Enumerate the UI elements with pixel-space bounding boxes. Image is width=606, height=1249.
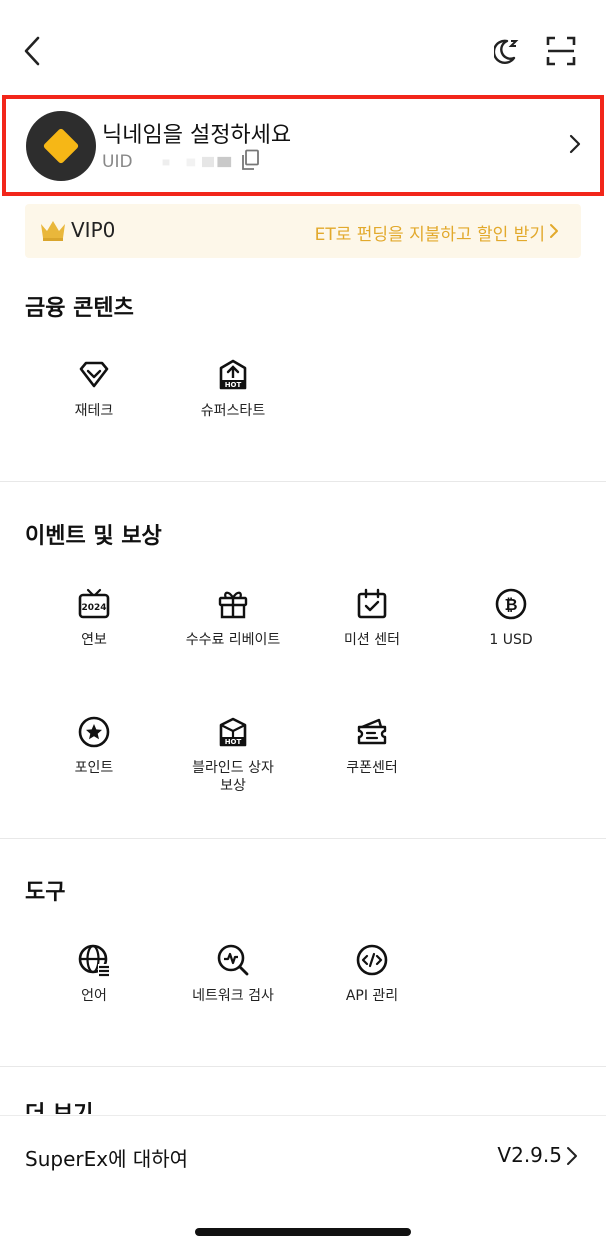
menu-item-superstart[interactable]: HOT 슈퍼스타트 <box>165 358 301 420</box>
ticket-icon <box>357 718 387 745</box>
avatar[interactable] <box>26 111 96 181</box>
menu-item-label: 재테크 <box>74 403 114 419</box>
menu-item-fee-rebate[interactable]: 수수료 리베이트 <box>165 587 301 649</box>
menu-item-network-check[interactable]: 네트워크 검사 <box>165 943 301 1005</box>
menu-item-investment[interactable]: 재테크 <box>26 358 162 420</box>
menu-item-points[interactable]: 포인트 <box>26 715 162 777</box>
menu-item-label: 수수료 리베이트 <box>185 632 281 648</box>
menu-item-language[interactable]: 언어 <box>26 943 162 1005</box>
menu-item-label: 슈퍼스타트 <box>200 403 266 419</box>
back-arrow-icon[interactable] <box>18 34 48 68</box>
copy-icon[interactable] <box>240 149 260 171</box>
vip-level: VIP0 <box>71 218 116 242</box>
menu-item-label: 미션 센터 <box>344 632 400 648</box>
globe-icon <box>78 944 110 977</box>
gift-icon <box>218 591 248 619</box>
network-search-icon <box>217 944 249 976</box>
scan-icon[interactable] <box>546 36 576 66</box>
menu-item-label: 블라인드 상자 보상 <box>192 760 274 794</box>
svg-text:HOT: HOT <box>225 738 242 746</box>
uid-label: UID <box>102 152 133 172</box>
section-title-tools: 도구 <box>25 880 66 905</box>
tv-2024-icon: 2024 <box>78 588 110 619</box>
menu-item-label: 언어 <box>81 988 107 1004</box>
vip-banner[interactable]: VIP0 ET로 펀딩을 지불하고 할인 받기 <box>25 204 581 258</box>
svg-text:₿: ₿ <box>504 595 517 614</box>
divider <box>0 1066 606 1067</box>
menu-item-1-usd[interactable]: ₿ 1 USD <box>443 587 579 649</box>
svg-text:HOT: HOT <box>225 381 242 389</box>
menu-item-label: 연보 <box>81 632 107 648</box>
menu-item-label: 네트워크 검사 <box>192 988 274 1004</box>
chevron-right-icon <box>569 134 581 154</box>
menu-item-coupon-center[interactable]: 쿠폰센터 <box>304 715 440 777</box>
divider <box>0 838 606 839</box>
divider <box>0 481 606 482</box>
menu-item-api-management[interactable]: API 관리 <box>304 943 440 1005</box>
about-row[interactable]: SuperEx에 대하여 V2.9.5 <box>0 1115 606 1195</box>
home-indicator <box>195 1228 411 1236</box>
about-label: SuperEx에 대하여 <box>25 1147 189 1171</box>
chevron-right-icon <box>567 1147 577 1165</box>
app-version: V2.9.5 <box>497 1143 562 1167</box>
menu-item-annual-report[interactable]: 2024 연보 <box>26 587 162 649</box>
chevron-right-icon <box>550 224 558 238</box>
brand-diamond-icon <box>42 127 80 165</box>
menu-item-blind-box[interactable]: HOT 블라인드 상자 보상 <box>165 715 301 795</box>
section-title-events: 이벤트 및 보상 <box>25 524 162 549</box>
section-title-finance: 금융 콘텐츠 <box>25 296 134 321</box>
menu-item-label: 1 USD <box>489 632 533 648</box>
menu-item-label: API 관리 <box>345 988 399 1004</box>
star-circle-icon <box>78 716 110 748</box>
code-icon <box>356 944 388 976</box>
uid-row: UID <box>102 151 251 173</box>
top-bar <box>0 0 606 100</box>
menu-item-mission-center[interactable]: 미션 센터 <box>304 587 440 649</box>
vip-promo-link[interactable]: ET로 펀딩을 지불하고 할인 받기 <box>315 220 545 245</box>
diamond-icon <box>79 361 109 388</box>
crown-icon <box>41 221 65 241</box>
profile-card[interactable]: 닉네임을 설정하세요 UID <box>2 95 604 196</box>
hot-box-icon: HOT <box>219 717 247 747</box>
svg-text:2024: 2024 <box>81 603 106 613</box>
nickname-prompt: 닉네임을 설정하세요 <box>102 123 292 148</box>
menu-item-label: 쿠폰센터 <box>346 760 398 776</box>
hot-upload-icon: HOT <box>219 359 247 390</box>
menu-item-label: 포인트 <box>74 760 114 776</box>
moon-theme-icon[interactable] <box>494 36 524 66</box>
bitcoin-icon: ₿ <box>495 588 527 620</box>
uid-masked-value <box>162 156 231 168</box>
section-title-more: 더 보기 <box>25 1100 93 1114</box>
calendar-check-icon <box>357 588 387 619</box>
